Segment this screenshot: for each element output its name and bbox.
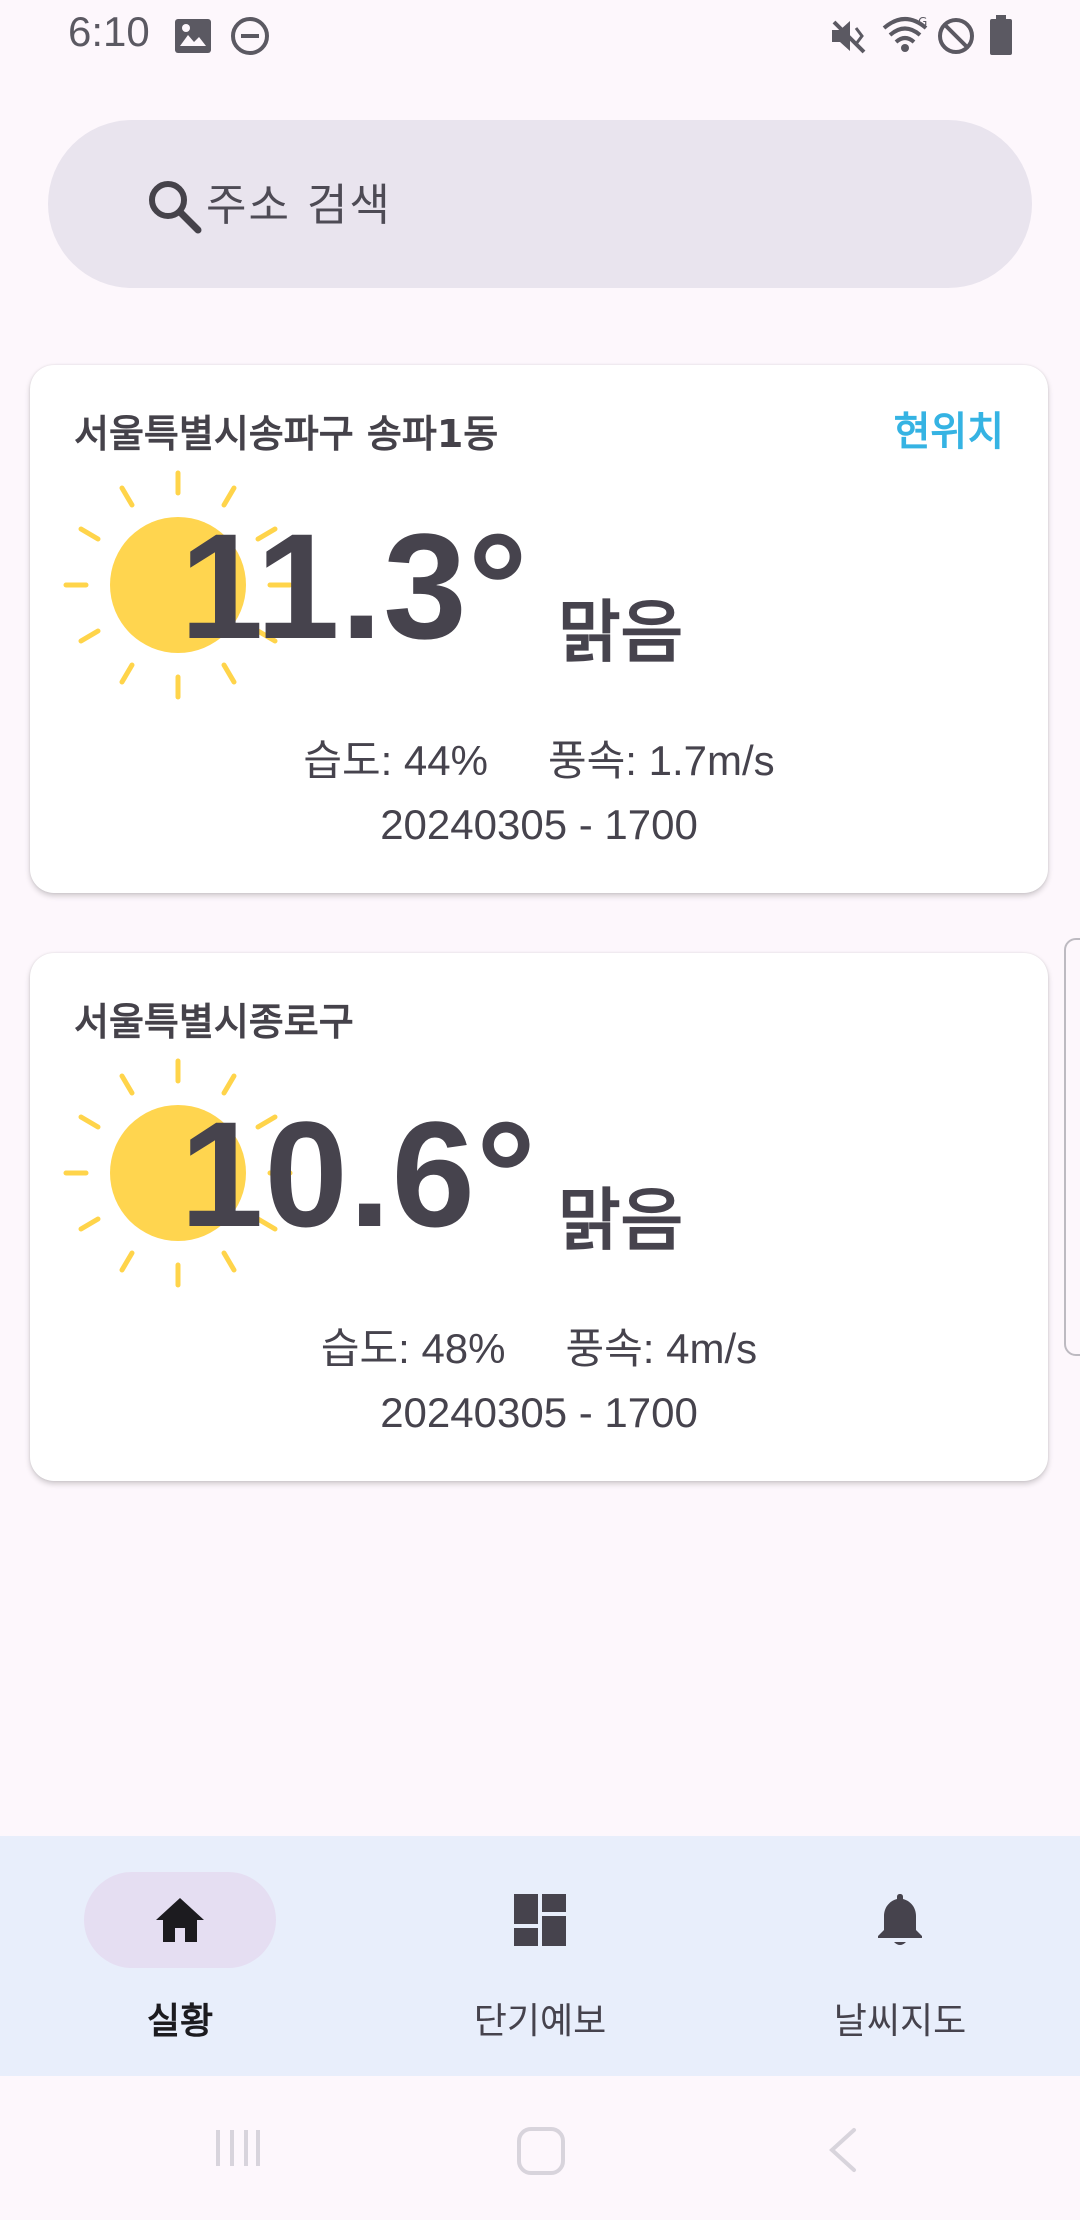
status-bar: 6:10 G — [0, 0, 1080, 72]
weather-condition: 맑음 — [558, 594, 684, 673]
nav-item-current[interactable]: 실황 — [0, 1836, 360, 2076]
home-button-icon[interactable] — [516, 2126, 566, 2180]
location-name: 서울특별시종로구 — [74, 1000, 354, 1044]
temperature: 11.3° — [180, 502, 529, 670]
wind-speed: 풍속: 1.7m/s — [548, 737, 775, 784]
search-icon[interactable] — [146, 178, 202, 238]
wifi-icon: G — [880, 14, 930, 58]
humidity: 습도: 48% — [320, 1325, 506, 1372]
back-icon[interactable] — [824, 2126, 860, 2178]
wind-speed: 풍속: 4m/s — [565, 1325, 758, 1372]
nav-label: 날씨지도 — [833, 2001, 967, 2042]
search-input[interactable] — [204, 174, 908, 236]
nav-item-weather-map[interactable]: 날씨지도 — [720, 1836, 1080, 2076]
status-time: 6:10 — [68, 8, 150, 55]
dashboard-icon — [510, 1890, 570, 1954]
location-name: 서울특별시송파구 송파1동 — [74, 412, 499, 456]
edge-panel-handle[interactable] — [1064, 938, 1080, 1356]
dnd-icon — [230, 16, 270, 60]
weather-card[interactable]: 서울특별시송파구 송파1동 현위치 11.3° 맑음 습도: 44% 풍속: 1.… — [30, 365, 1048, 893]
image-icon — [174, 18, 212, 58]
nav-item-short-forecast[interactable]: 단기예보 — [360, 1836, 720, 2076]
weather-stats: 습도: 48% 풍속: 4m/s — [30, 1315, 1048, 1376]
nav-label: 실황 — [146, 2001, 214, 2042]
search-bar[interactable] — [48, 120, 1032, 288]
temperature: 10.6° — [180, 1090, 537, 1258]
mute-vibrate-icon — [828, 16, 868, 60]
weather-card[interactable]: 서울특별시종로구 10.6° 맑음 습도: 48% 풍속: 4m/s 202403… — [30, 953, 1048, 1481]
observation-time: 20240305 - 1700 — [380, 801, 698, 848]
block-icon — [936, 16, 976, 60]
current-location-badge[interactable]: 현위치 — [894, 399, 1004, 457]
weather-stats: 습도: 44% 풍속: 1.7m/s — [30, 727, 1048, 788]
bell-icon — [870, 1890, 930, 1954]
bottom-navigation: 실황 단기예보 날씨지도 — [0, 1836, 1080, 2076]
weather-condition: 맑음 — [558, 1182, 684, 1261]
nav-label: 단기예보 — [473, 2001, 607, 2042]
battery-icon — [988, 14, 1014, 60]
system-navigation-bar — [0, 2076, 1080, 2220]
svg-text:G: G — [918, 15, 927, 29]
home-icon — [150, 1890, 210, 1954]
recents-icon[interactable] — [212, 2126, 262, 2174]
observation-time: 20240305 - 1700 — [380, 1389, 698, 1436]
humidity: 습도: 44% — [303, 737, 488, 784]
